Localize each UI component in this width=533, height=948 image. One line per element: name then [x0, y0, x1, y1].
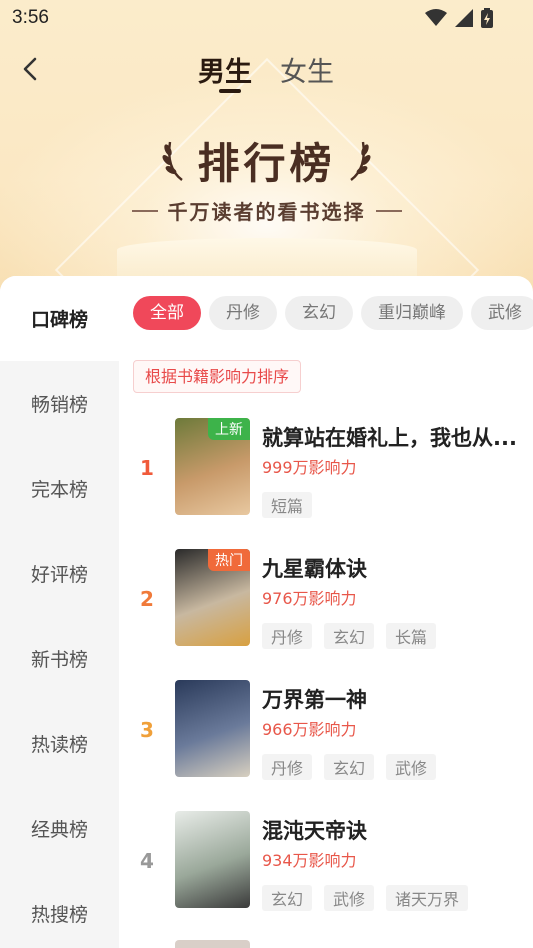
book-tag: 长篇: [386, 623, 437, 649]
book-influence: 934万影响力: [262, 851, 357, 870]
book-rank: 3: [140, 718, 154, 742]
chip-wuxiu[interactable]: 武修: [471, 296, 533, 330]
page-title: 排行榜: [197, 139, 336, 188]
book-tag: 玄幻: [324, 754, 375, 780]
sidebar-item-resou[interactable]: 热搜榜: [0, 871, 119, 948]
book-cover[interactable]: [175, 811, 250, 908]
category-filter-chips: 全部 丹修 玄幻 重归巅峰 武修: [133, 296, 533, 330]
book-influence: 966万影响力: [262, 720, 357, 739]
signal-icon: [455, 9, 473, 27]
sidebar-item-koubei[interactable]: 口碑榜: [0, 276, 119, 361]
system-icons: [425, 8, 493, 28]
page-subtitle: 千万读者的看书选择: [167, 200, 366, 224]
hero-subtitle-wrap: 千万读者的看书选择: [0, 196, 533, 225]
subtitle-divider-left: [131, 209, 158, 212]
back-icon[interactable]: [18, 56, 44, 82]
next-book-cover-peek: [175, 940, 250, 948]
cover-badge: 上新: [208, 418, 250, 440]
book-rank: 1: [140, 456, 154, 480]
active-tab-indicator: [219, 89, 241, 93]
ranking-panel: 口碑榜 畅销榜 完本榜 好评榜 新书榜 热读榜 经典榜 热搜榜 全部 丹修 玄幻 重归…: [0, 276, 533, 948]
tab-female[interactable]: 女生: [280, 50, 334, 89]
tab-male[interactable]: 男生: [198, 50, 252, 89]
book-cover[interactable]: 上新: [175, 418, 250, 515]
ranking-sidebar: 口碑榜 畅销榜 完本榜 好评榜 新书榜 热读榜 经典榜 热搜榜: [0, 276, 119, 948]
book-title[interactable]: 就算站在婚礼上，我也从...: [262, 422, 527, 452]
book-influence: 999万影响力: [262, 458, 357, 477]
subtitle-divider-right: [375, 209, 402, 212]
wifi-icon: [425, 9, 447, 26]
book-rank: 2: [140, 587, 154, 611]
book-tag: 短篇: [262, 492, 313, 518]
book-tag: 诸天万界: [386, 885, 469, 911]
book-tags: 玄幻 武修 诸天万界: [262, 885, 469, 911]
book-tags: 丹修 玄幻 武修: [262, 754, 437, 780]
book-row[interactable]: 2 热门 九星霸体诀 976万影响力丹修 玄幻 长篇: [119, 549, 533, 680]
book-title[interactable]: 九星霸体诀: [262, 553, 527, 583]
book-tag: 玄幻: [262, 885, 313, 911]
book-tag: 玄幻: [324, 623, 375, 649]
book-row[interactable]: 4 混沌天帝诀 934万影响力玄幻 武修 诸天万界: [119, 811, 533, 942]
sidebar-item-wanben[interactable]: 完本榜: [0, 446, 119, 531]
book-tags: 丹修 玄幻 长篇: [262, 623, 437, 649]
book-title[interactable]: 混沌天帝诀: [262, 815, 527, 845]
book-row[interactable]: 1 上新 就算站在婚礼上，我也从... 999万影响力短篇: [119, 418, 533, 549]
status-time: 3:56: [12, 7, 49, 28]
book-tags: 短篇: [262, 492, 313, 518]
sidebar-item-xinshu[interactable]: 新书榜: [0, 616, 119, 701]
book-tag: 丹修: [262, 754, 313, 780]
chip-chongguidianfeng[interactable]: 重归巅峰: [361, 296, 463, 330]
book-tag: 武修: [324, 885, 375, 911]
battery-icon: [481, 8, 493, 28]
book-tag: 丹修: [262, 623, 313, 649]
book-influence: 976万影响力: [262, 589, 357, 608]
sort-note: 根据书籍影响力排序: [133, 360, 302, 393]
sidebar-item-jingdian[interactable]: 经典榜: [0, 786, 119, 871]
sidebar-item-changxiao[interactable]: 畅销榜: [0, 361, 119, 446]
hero-title-wrap: 排行榜: [0, 130, 533, 191]
book-cover[interactable]: [175, 680, 250, 777]
sidebar-item-redu[interactable]: 热读榜: [0, 701, 119, 786]
chip-all[interactable]: 全部: [133, 296, 201, 330]
book-row[interactable]: 3 万界第一神 966万影响力丹修 玄幻 武修: [119, 680, 533, 811]
book-rank: 4: [140, 849, 154, 873]
cover-badge: 热门: [208, 549, 250, 571]
gender-tabs: 男生 女生: [198, 50, 334, 89]
status-bar: 3:56: [0, 0, 533, 36]
chip-danxiu[interactable]: 丹修: [209, 296, 277, 330]
sidebar-item-haoping[interactable]: 好评榜: [0, 531, 119, 616]
book-title[interactable]: 万界第一神: [262, 684, 527, 714]
book-cover[interactable]: 热门: [175, 549, 250, 646]
chip-xuanhuan[interactable]: 玄幻: [285, 296, 353, 330]
book-tag: 武修: [386, 754, 437, 780]
